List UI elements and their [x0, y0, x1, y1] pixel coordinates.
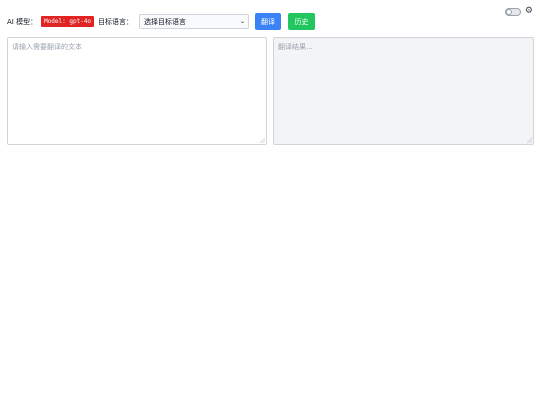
gear-icon[interactable]: ⚙	[525, 7, 533, 16]
target-language-select[interactable]: 选择目标语言 ⌄	[139, 14, 250, 29]
target-language-label: 目标语言：	[98, 17, 134, 26]
theme-toggle[interactable]	[504, 7, 521, 16]
toggle-knob	[505, 8, 512, 15]
resize-handle[interactable]	[260, 138, 265, 143]
translate-button[interactable]: 翻译	[255, 13, 282, 30]
toolbar: AI 模型： Model: gpt-4o 目标语言： 选择目标语言 ⌄ 翻译 历…	[7, 13, 316, 30]
history-button[interactable]: 历史	[288, 13, 316, 30]
output-placeholder: 翻译结果...	[278, 43, 313, 51]
model-label: AI 模型：	[7, 17, 38, 26]
translation-output[interactable]: 翻译结果...	[273, 37, 534, 145]
chevron-down-icon: ⌄	[240, 18, 246, 25]
top-right-controls: ⚙	[504, 7, 533, 16]
source-placeholder: 请输入需要翻译的文本	[12, 43, 82, 51]
resize-handle[interactable]	[527, 138, 532, 143]
source-text-input[interactable]: 请输入需要翻译的文本	[7, 37, 267, 145]
model-badge: Model: gpt-4o	[41, 16, 95, 27]
target-language-value: 选择目标语言	[144, 17, 187, 26]
